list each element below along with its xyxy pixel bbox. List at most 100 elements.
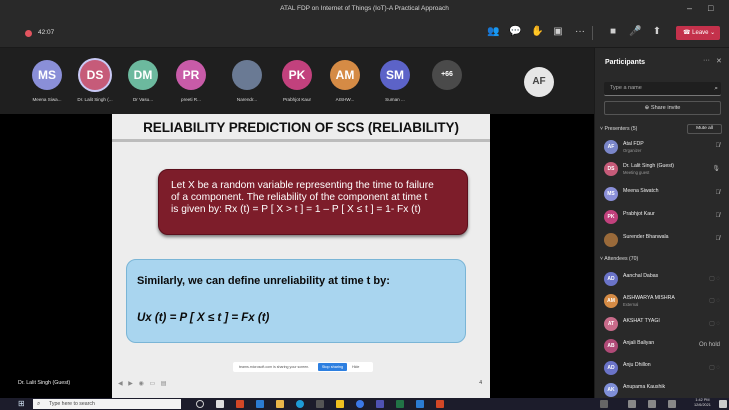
unreliability-text: Similarly, we can define unreliability a… bbox=[137, 275, 390, 287]
tile-name: Dr. Lalit Singh (... bbox=[77, 97, 113, 102]
slide-control-icons[interactable]: ◀ ▶ ◉ ▭ ▤ bbox=[118, 380, 168, 387]
participant-row[interactable]: AD Anju Dhillon ▢ ◌ bbox=[604, 359, 726, 377]
browser-icon[interactable] bbox=[296, 400, 304, 408]
gallery-tile[interactable]: PR preeti R... bbox=[166, 54, 216, 108]
on-hold-status: On hold bbox=[698, 342, 720, 348]
share-tray-icon[interactable]: ⬆ bbox=[651, 26, 663, 38]
share-invite-label: Share invite bbox=[650, 105, 681, 111]
participant-row[interactable]: DS Dr. Lalit Singh (Guest) Meeting guest… bbox=[604, 160, 726, 178]
excel-icon[interactable] bbox=[396, 400, 404, 408]
phone-icon: ☎ bbox=[683, 30, 693, 36]
mute-all-button[interactable]: Mute all bbox=[687, 124, 722, 134]
gallery-tile[interactable]: PK Prabhjot Kaur bbox=[272, 54, 322, 108]
leave-button[interactable]: ☎ Leave ⌄ bbox=[676, 26, 720, 40]
taskbar-search-input[interactable]: ⌕ Type here to search bbox=[33, 399, 181, 409]
gallery-tile[interactable]: Narendr... bbox=[222, 54, 272, 108]
chat-icon[interactable]: 💬 bbox=[509, 26, 521, 38]
rooms-icon[interactable]: ▣ bbox=[552, 26, 564, 38]
participant-row[interactable]: AF Atal FDP Organizer 🎙̸ bbox=[604, 138, 726, 156]
chrome-icon[interactable] bbox=[356, 400, 364, 408]
tray-clock[interactable]: 1:42 PM 12/6/2021 bbox=[694, 398, 711, 408]
participant-name: AISHWARYA MISHRA bbox=[623, 295, 675, 301]
mic-off-icon: 🎙̸ bbox=[715, 190, 721, 196]
tile-name: Suman ... bbox=[385, 97, 405, 102]
share-invite-button[interactable]: ⊕ Share invite bbox=[604, 101, 721, 115]
attendees-header-label: Attendees (70) bbox=[604, 256, 639, 262]
more-options-icon[interactable]: ··· bbox=[703, 57, 710, 64]
participant-row[interactable]: AD Aanchal Dabas ▢ ◌ bbox=[604, 270, 726, 288]
featured-avatar[interactable]: AF bbox=[524, 67, 554, 97]
unreliability-box: Similarly, we can define unreliability a… bbox=[126, 259, 466, 343]
maximize-icon[interactable]: □ bbox=[708, 3, 713, 13]
participant-row[interactable]: AB Anjali Baliyan On hold bbox=[604, 337, 726, 355]
participant-row[interactable]: PK Prabhjot Kaur 🎙̸ bbox=[604, 208, 726, 226]
mic-on-icon: 🎙 bbox=[712, 166, 720, 172]
presenters-header[interactable]: ˅ Presenters (5) bbox=[600, 126, 637, 132]
definition-line-1: Let X be a random variable representing … bbox=[171, 180, 434, 191]
more-icon[interactable]: ··· bbox=[574, 26, 586, 38]
recording-icon bbox=[25, 30, 32, 37]
file-explorer-icon[interactable] bbox=[276, 400, 284, 408]
participant-row[interactable]: AK Anupama Kaushik bbox=[604, 381, 726, 398]
store-icon[interactable] bbox=[316, 400, 324, 408]
reactions-icon[interactable]: ✋ bbox=[531, 26, 543, 38]
mic-off-icon: ▢ ◌ bbox=[709, 321, 720, 327]
gallery-tile[interactable]: MS Meena Siwa... bbox=[22, 54, 72, 108]
toolbar-divider bbox=[592, 26, 593, 40]
gallery-tile[interactable]: DS Dr. Lalit Singh (... bbox=[70, 54, 120, 108]
avatar: SM bbox=[380, 60, 410, 90]
close-icon[interactable]: ✕ bbox=[716, 57, 722, 65]
participant-row[interactable]: AT AKSHAT TYAGI ▢ ◌ bbox=[604, 315, 726, 333]
slide-title: RELIABILITY PREDICTION OF SCS (RELIABILI… bbox=[143, 120, 459, 135]
participant-name: Anjali Baliyan bbox=[623, 340, 655, 346]
avatar: PK bbox=[604, 210, 618, 224]
windows-start-icon[interactable]: ⊞ bbox=[18, 400, 26, 408]
overflow-count: +66 bbox=[432, 60, 462, 90]
participants-icon[interactable]: 👥 bbox=[487, 26, 499, 38]
presenter-name: Dr. Lalit Singh (Guest) bbox=[18, 380, 71, 386]
avatar: AD bbox=[604, 361, 618, 375]
stop-sharing-button[interactable]: Stop sharing bbox=[318, 363, 347, 371]
overflow-tile[interactable]: +66 bbox=[422, 54, 472, 108]
word-icon[interactable] bbox=[256, 400, 264, 408]
gallery-tile[interactable]: SM Suman ... bbox=[370, 54, 420, 108]
avatar: PK bbox=[282, 60, 312, 90]
mic-off-icon: 🎙̸ bbox=[715, 236, 721, 242]
clock-date: 12/6/2021 bbox=[694, 403, 711, 407]
outlook-icon[interactable] bbox=[416, 400, 424, 408]
volume-icon[interactable] bbox=[648, 400, 656, 408]
participant-name: AKSHAT TYAGI bbox=[623, 318, 660, 324]
network-icon[interactable] bbox=[628, 400, 636, 408]
mic-off-icon: ▢ ◌ bbox=[709, 276, 720, 282]
taskbar-search-placeholder: Type here to search bbox=[49, 401, 95, 407]
powerpoint-icon[interactable] bbox=[436, 400, 444, 408]
gallery-tile[interactable]: AM AISHW... bbox=[320, 54, 370, 108]
hide-link[interactable]: Hide bbox=[352, 365, 359, 369]
participant-row[interactable]: MS Meena Siwatch 🎙̸ bbox=[604, 185, 726, 203]
unreliability-formula: Ux (t) = P [ X ≤ t ] = Fx (t) bbox=[137, 312, 270, 324]
gallery-tile[interactable]: DM Dr Vasu... bbox=[118, 54, 168, 108]
avatar: AF bbox=[604, 140, 618, 154]
acrobat-icon[interactable] bbox=[236, 400, 244, 408]
avatar: PR bbox=[176, 60, 206, 90]
tray-icon[interactable] bbox=[600, 400, 608, 408]
title-bar: ATAL FDP on Internet of Things (IoT)-A P… bbox=[0, 0, 729, 18]
participant-name: Dr. Lalit Singh (Guest) bbox=[623, 163, 675, 169]
camera-icon[interactable]: ■ bbox=[607, 26, 619, 38]
notifications-icon[interactable] bbox=[719, 400, 727, 408]
minimize-icon[interactable]: – bbox=[687, 3, 692, 13]
explorer-icon[interactable] bbox=[336, 400, 344, 408]
participant-row[interactable]: Surender Bhanwala 🎙̸ bbox=[604, 231, 726, 249]
battery-icon[interactable] bbox=[668, 400, 676, 408]
mic-icon[interactable]: 🎤 bbox=[629, 26, 641, 38]
participant-row[interactable]: AM AISHWARYA MISHRA External ▢ ◌ bbox=[604, 292, 726, 310]
attendees-header[interactable]: ˅ Attendees (70) bbox=[600, 256, 638, 262]
participant-name: Anju Dhillon bbox=[623, 362, 651, 368]
task-view-icon[interactable] bbox=[216, 400, 224, 408]
participant-role: Meeting guest bbox=[623, 170, 650, 175]
participant-search-input[interactable]: Type a name ⌕ bbox=[604, 82, 721, 96]
teams-icon[interactable] bbox=[376, 400, 384, 408]
cortana-icon[interactable] bbox=[196, 400, 204, 408]
participant-name: Aanchal Dabas bbox=[623, 273, 659, 279]
avatar: AT bbox=[604, 317, 618, 331]
